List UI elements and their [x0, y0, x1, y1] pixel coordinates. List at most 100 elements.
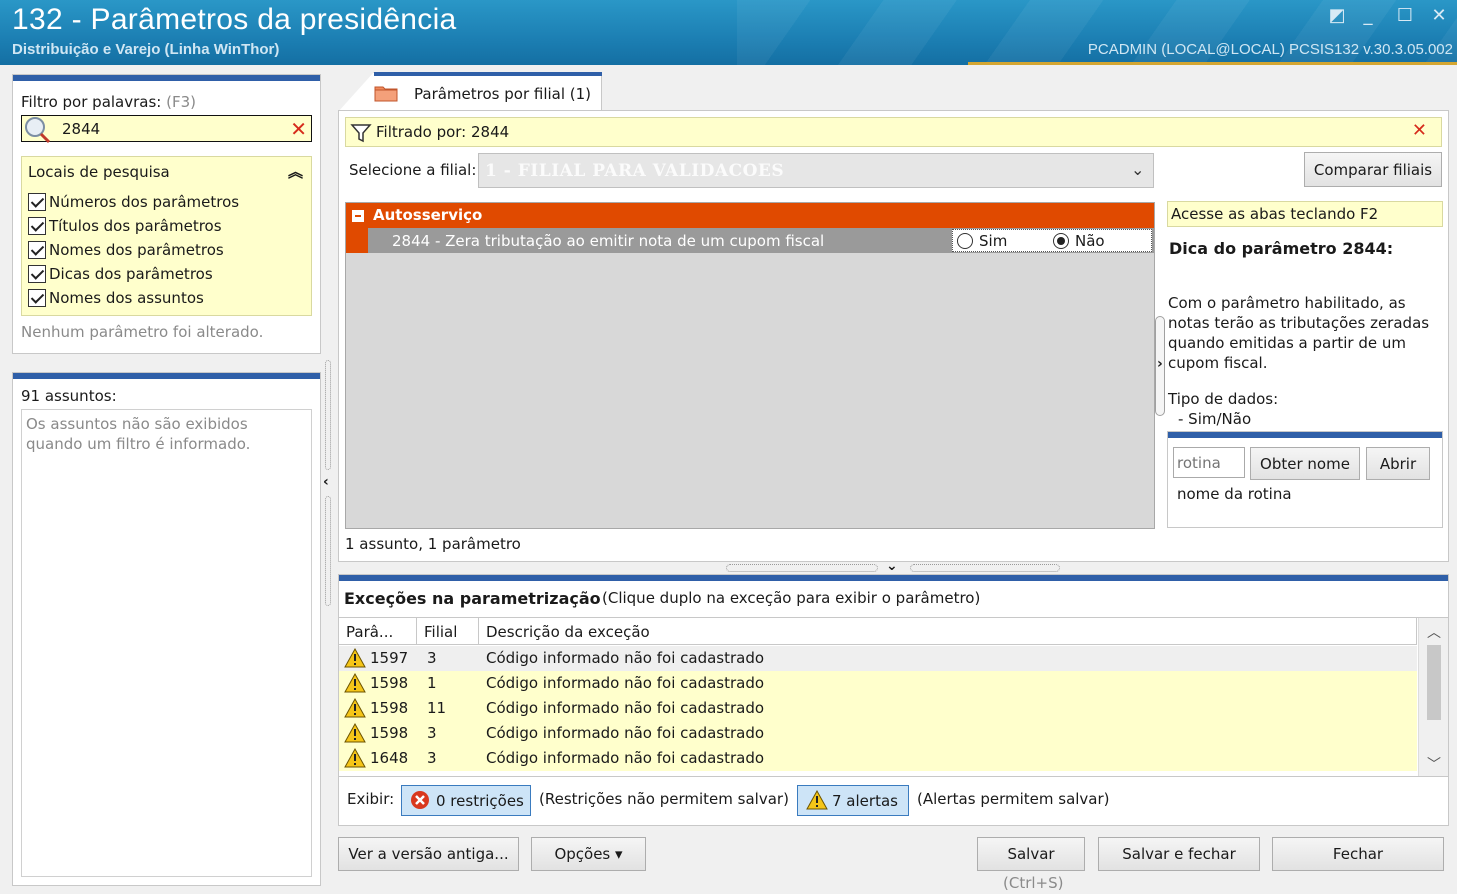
cell-param: 1598 — [370, 674, 409, 692]
option-label: Nomes dos assuntos — [49, 289, 204, 307]
tab-parametros-por-filial[interactable]: Parâmetros por filial (1) — [338, 72, 602, 112]
filter-indicator-bar: Filtrado por: 2844 ✕ — [345, 117, 1442, 147]
rotina-input[interactable] — [1173, 447, 1245, 478]
option-dicas[interactable]: Dicas dos parâmetros — [28, 263, 213, 285]
checkbox[interactable] — [28, 265, 46, 283]
restricoes-hint: (Restrições não permitem salvar) — [539, 790, 789, 808]
save-shortcut-hint: (Ctrl+S) — [1003, 874, 1064, 892]
scroll-up-icon[interactable]: ︿ — [1427, 622, 1441, 642]
alertas-toggle[interactable]: 7 alertas — [797, 785, 909, 816]
filter-panel: Filtro por palavras: (F3) 2844 ✕ Locais … — [12, 74, 321, 354]
cell-filial: 3 — [427, 749, 437, 767]
search-icon — [25, 117, 51, 144]
collapse-group-icon[interactable] — [352, 210, 364, 222]
clear-filter-icon[interactable]: ✕ — [1412, 120, 1427, 141]
group-header-autosservico[interactable]: Autosserviço — [346, 203, 1154, 228]
search-value: 2844 — [62, 120, 101, 138]
result-count: 1 assunto, 1 parâmetro — [345, 535, 521, 553]
search-input[interactable]: 2844 ✕ — [21, 115, 312, 144]
restore-icon[interactable]: ◩ — [1326, 6, 1348, 26]
parameters-grid[interactable]: Autosserviço 2844 - Zera tributação ao e… — [345, 202, 1155, 529]
column-descricao[interactable]: Descrição da exceção — [479, 618, 1417, 645]
alertas-label: 7 alertas — [832, 791, 898, 810]
tip-text: Com o parâmetro habilitado, as notas ter… — [1168, 294, 1430, 372]
scroll-down-icon[interactable]: ﹀ — [1427, 754, 1441, 774]
minimize-icon[interactable]: _ — [1357, 6, 1379, 26]
option-label: Dicas dos parâmetros — [49, 265, 213, 283]
cell-param: 1598 — [370, 724, 409, 742]
tab-label: Parâmetros por filial (1) — [414, 85, 592, 103]
column-param[interactable]: Parâ... — [339, 618, 417, 645]
scrollbar-thumb[interactable] — [1427, 645, 1441, 720]
table-scrollbar[interactable]: ︿ ﹀ — [1418, 618, 1448, 776]
column-filial[interactable]: Filial — [417, 618, 479, 645]
warning-icon — [344, 723, 366, 743]
checkbox[interactable] — [28, 241, 46, 259]
warning-icon — [806, 790, 828, 810]
filial-select[interactable]: 1 - FILIAL PARA VALIDACOES ⌄ — [478, 153, 1154, 188]
compare-filiais-button[interactable]: Comparar filiais — [1304, 152, 1442, 187]
panel-header-bar — [13, 75, 320, 81]
collapse-down-icon[interactable]: ⌄ — [886, 558, 898, 574]
obter-nome-button[interactable]: Obter nome — [1250, 447, 1360, 480]
window-title: 132 - Parâmetros da presidência — [12, 3, 457, 36]
radio-sim[interactable] — [957, 233, 973, 249]
assuntos-list[interactable]: Os assuntos não são exibidos quando um f… — [21, 409, 312, 877]
chevron-down-icon: ⌄ — [1131, 160, 1145, 179]
filter-indicator-text: Filtrado por: 2844 — [376, 123, 510, 141]
collapse-left-icon[interactable]: ‹ — [323, 474, 329, 490]
abrir-button[interactable]: Abrir — [1366, 447, 1430, 480]
table-row[interactable]: 1598 11 Código informado não foi cadastr… — [339, 696, 1417, 721]
radio-nao[interactable] — [1053, 233, 1069, 249]
opcoes-button[interactable]: Opções ▾ — [531, 837, 646, 871]
change-status: Nenhum parâmetro foi alterado. — [21, 323, 264, 341]
option-nomes[interactable]: Nomes dos parâmetros — [28, 239, 224, 261]
search-locations-box: Locais de pesquisa ︽ Números dos parâmet… — [21, 156, 312, 316]
bottom-splitter[interactable]: ⌄ — [726, 558, 1060, 574]
tip-title: Dica do parâmetro 2844: — [1169, 239, 1394, 258]
save-and-close-button[interactable]: Salvar e fechar — [1098, 837, 1260, 871]
search-locations-title[interactable]: Locais de pesquisa — [28, 163, 170, 181]
radio-sim-label: Sim — [979, 232, 1008, 250]
checkbox[interactable] — [28, 217, 46, 235]
checkbox[interactable] — [28, 289, 46, 307]
filter-label-text: Filtro por palavras: — [21, 93, 162, 111]
table-row[interactable]: 1598 1 Código informado não foi cadastra… — [339, 671, 1417, 696]
tabs-hint: Acesse as abas teclando F2 — [1171, 205, 1379, 223]
parameter-value-editor[interactable]: Sim Não — [952, 229, 1152, 252]
panel-header-bar — [13, 373, 320, 379]
ver-versao-antiga-button[interactable]: Ver a versão antiga... — [338, 837, 519, 871]
assuntos-panel: 91 assuntos: Os assuntos não são exibido… — [12, 372, 321, 886]
save-button[interactable]: Salvar — [977, 837, 1085, 871]
expand-right-icon[interactable]: › — [1157, 356, 1163, 372]
option-numeros[interactable]: Números dos parâmetros — [28, 191, 239, 213]
table-row[interactable]: 1598 3 Código informado não foi cadastra… — [339, 721, 1417, 746]
option-assuntos[interactable]: Nomes dos assuntos — [28, 287, 204, 309]
option-titulos[interactable]: Títulos dos parâmetros — [28, 215, 222, 237]
filial-label: Selecione a filial: — [349, 161, 477, 179]
window-subtitle: Distribuição e Varejo (Linha WinThor) — [12, 41, 280, 58]
radio-nao-label: Não — [1075, 232, 1105, 250]
filter-label: Filtro por palavras: (F3) — [21, 93, 196, 111]
cell-desc: Código informado não foi cadastrado — [486, 674, 765, 692]
collapse-icon[interactable]: ︽ — [288, 161, 303, 182]
parameter-row[interactable]: 2844 - Zera tributação ao emitir nota de… — [346, 228, 1154, 253]
alertas-hint: (Alertas permitem salvar) — [917, 790, 1110, 808]
close-icon[interactable]: ✕ — [1428, 6, 1450, 26]
cell-filial: 1 — [427, 674, 437, 692]
panel-header-bar — [1168, 432, 1442, 438]
bottom-button-bar: Ver a versão antiga... Opções ▾ Salvar S… — [0, 830, 1457, 894]
left-splitter[interactable]: ‹ — [322, 360, 334, 610]
group-title: Autosserviço — [373, 206, 483, 224]
restricoes-toggle[interactable]: 0 restrições — [401, 785, 531, 816]
close-button[interactable]: Fechar — [1272, 837, 1444, 871]
checkbox[interactable] — [28, 193, 46, 211]
filial-select-value: 1 - FILIAL PARA VALIDACOES — [485, 161, 785, 181]
clear-search-icon[interactable]: ✕ — [290, 116, 307, 142]
display-filter-row: Exibir: 0 restrições (Restrições não per… — [339, 781, 1448, 821]
table-row[interactable]: 1648 3 Código informado não foi cadastra… — [339, 746, 1417, 771]
maximize-icon[interactable]: ☐ — [1394, 6, 1416, 26]
info-splitter[interactable]: › — [1154, 316, 1166, 416]
exceptions-table[interactable]: Parâ... Filial Descrição da exceção 1597… — [339, 617, 1448, 777]
table-row[interactable]: 1597 3 Código informado não foi cadastra… — [339, 646, 1417, 671]
